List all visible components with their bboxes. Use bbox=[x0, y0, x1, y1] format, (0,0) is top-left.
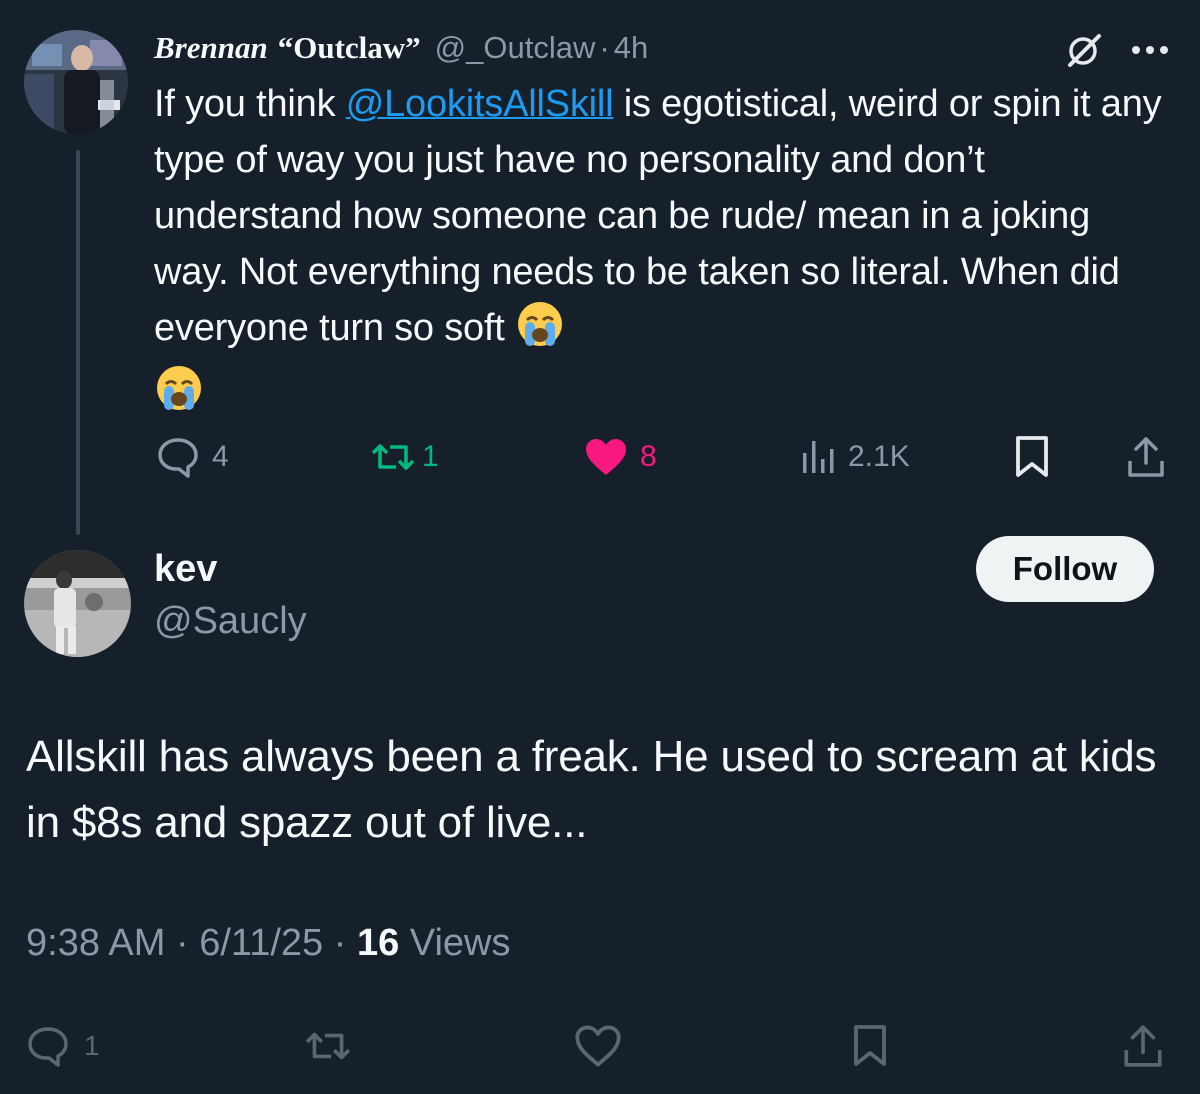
bookmark-icon bbox=[1016, 436, 1048, 477]
tweet-actions: 4 1 8 2.1K bbox=[154, 432, 1174, 482]
separator-dot: · bbox=[175, 922, 200, 964]
separator-dot: · bbox=[599, 30, 610, 65]
tweet-thread: Brennan “Outclaw” @_Outclaw · 4h If you … bbox=[0, 0, 1200, 1094]
crying-emoji-icon bbox=[154, 364, 204, 428]
like-button[interactable]: 8 bbox=[584, 432, 657, 482]
author-name[interactable]: kev bbox=[154, 548, 217, 591]
reply-button[interactable]: 1 bbox=[26, 1018, 100, 1074]
author-nickname[interactable]: “Outclaw” bbox=[278, 30, 421, 66]
author-handle[interactable]: @Saucly bbox=[154, 600, 307, 643]
tweet-time[interactable]: 9:38 AM bbox=[26, 922, 165, 964]
like-count: 8 bbox=[640, 440, 657, 473]
reply-button[interactable]: 4 bbox=[156, 432, 229, 482]
tweet-meta: 9:38 AM · 6/11/25 · 16 Views bbox=[26, 922, 510, 965]
reply-count: 1 bbox=[84, 1030, 100, 1061]
like-button[interactable] bbox=[574, 1018, 622, 1074]
separator-dot: · bbox=[333, 922, 357, 964]
avatar[interactable] bbox=[24, 30, 128, 134]
reply-icon bbox=[28, 1027, 68, 1067]
tweet-text: If you think @LookitsAllSkill is egotist… bbox=[154, 76, 1164, 440]
share-button[interactable] bbox=[1126, 432, 1166, 482]
mention-link[interactable]: @LookitsAllSkill bbox=[346, 83, 614, 125]
follow-button[interactable]: Follow bbox=[976, 536, 1154, 602]
more-icon[interactable] bbox=[1128, 30, 1172, 70]
tweet-header: Brennan “Outclaw” @_Outclaw · 4h bbox=[154, 28, 648, 68]
grok-icon[interactable] bbox=[1064, 30, 1104, 70]
reply-icon bbox=[158, 438, 198, 478]
share-icon bbox=[1124, 1025, 1162, 1067]
bookmark-button[interactable] bbox=[852, 1018, 888, 1074]
reply-count: 4 bbox=[212, 440, 229, 473]
repost-count: 1 bbox=[422, 440, 439, 473]
like-icon bbox=[575, 1025, 621, 1067]
author-name[interactable]: Brennan bbox=[154, 30, 268, 66]
view-count: 2.1K bbox=[848, 440, 910, 473]
tweet-date[interactable]: 6/11/25 bbox=[199, 922, 323, 964]
tweet-time[interactable]: 4h bbox=[614, 30, 648, 66]
tweet-text: Allskill has always been a freak. He use… bbox=[26, 732, 1157, 847]
avatar[interactable] bbox=[24, 550, 131, 657]
repost-button[interactable] bbox=[304, 1018, 352, 1074]
author-handle[interactable]: @_Outclaw bbox=[435, 30, 596, 66]
bookmark-button[interactable] bbox=[1014, 432, 1050, 482]
views-icon bbox=[803, 441, 834, 473]
views-button[interactable]: 2.1K bbox=[798, 432, 910, 482]
views-label: Views bbox=[409, 922, 511, 964]
like-icon-filled bbox=[586, 439, 626, 475]
bookmark-icon bbox=[854, 1025, 886, 1066]
repost-icon bbox=[305, 1032, 351, 1060]
tweet-text-part: If you think bbox=[154, 83, 346, 125]
share-button[interactable] bbox=[1122, 1018, 1164, 1074]
view-count: 16 bbox=[356, 922, 400, 964]
crying-emoji-icon bbox=[515, 300, 565, 364]
thread-line bbox=[76, 150, 80, 535]
repost-icon bbox=[371, 444, 415, 470]
repost-button[interactable]: 1 bbox=[370, 432, 439, 482]
tweet-actions: 1 bbox=[0, 1018, 1200, 1074]
share-icon bbox=[1128, 437, 1164, 477]
